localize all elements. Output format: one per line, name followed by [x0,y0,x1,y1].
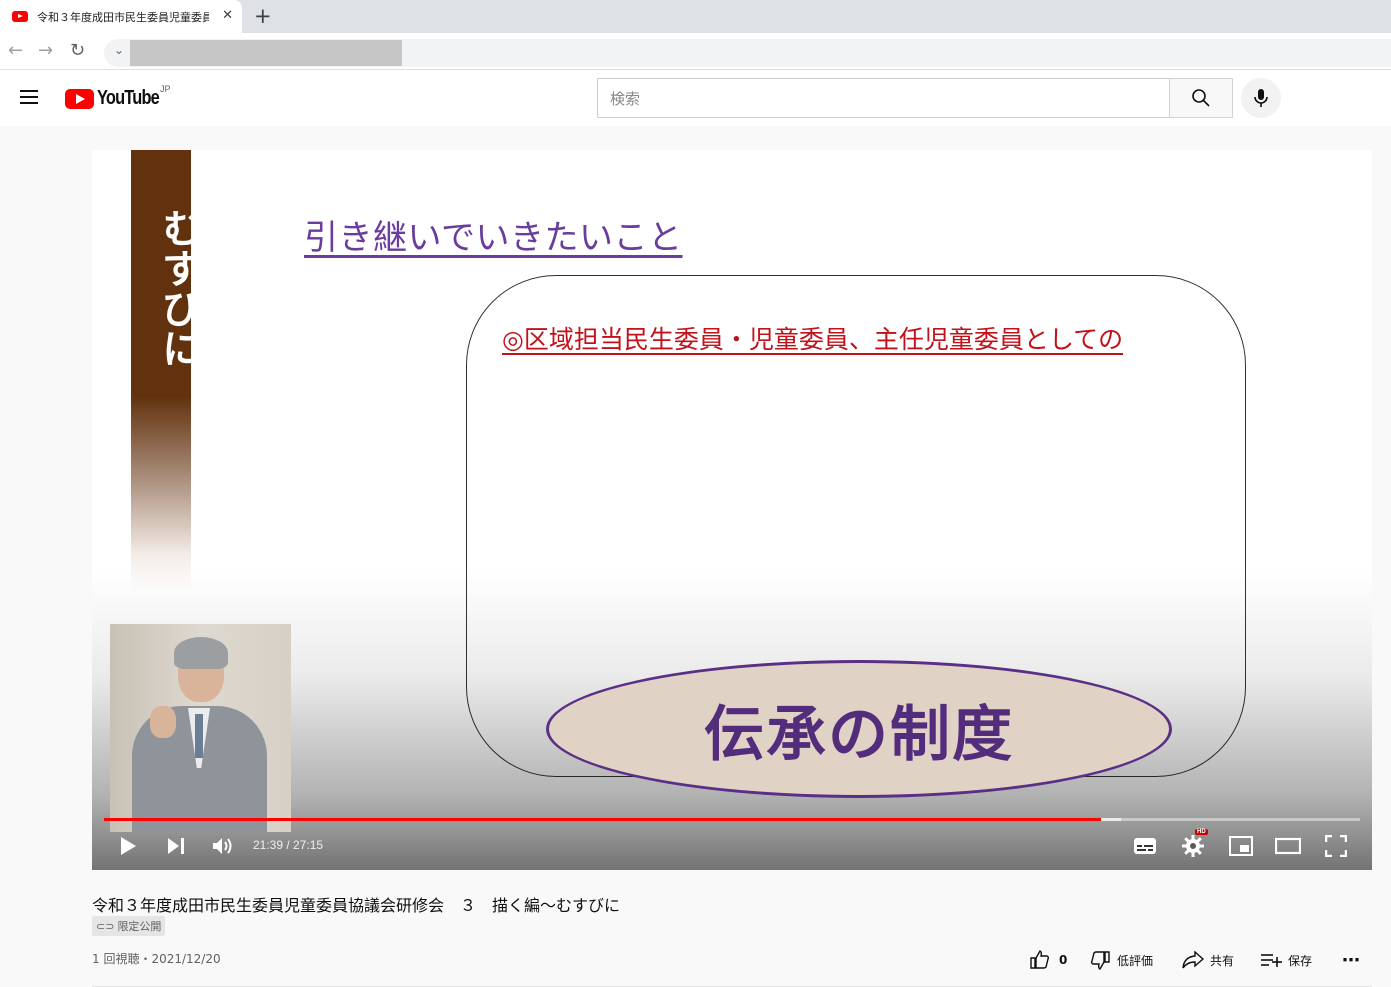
fullscreen-icon [1325,835,1347,857]
slide-side-banner: むすびに [131,150,202,590]
share-button[interactable]: 共有 [1182,949,1234,971]
chevron-down-icon[interactable]: ⌄ [114,43,124,57]
more-icon[interactable]: ⋯ [1342,949,1360,971]
slide-heading: 引き継いでいきたいこと [304,218,683,258]
logo-text: YouTube [97,87,160,109]
subtitles-button[interactable] [1132,834,1158,858]
like-count: 0 [1059,953,1068,967]
slide-ellipse-text: 伝承の制度 [704,699,1014,770]
voice-search-button[interactable] [1241,78,1281,118]
subtitles-icon [1134,838,1156,854]
fullscreen-button[interactable] [1324,834,1348,858]
region-code: JP [160,84,171,94]
next-icon [168,838,184,854]
settings-button[interactable]: HD [1180,829,1208,858]
time-display: 21:39 / 27:15 [253,838,324,852]
dislike-icon [1090,951,1110,970]
volume-button[interactable] [210,834,236,858]
save-label: 保存 [1288,953,1313,968]
like-button[interactable]: 0 [1030,949,1067,971]
save-icon [1261,954,1282,967]
video-title: 令和３年度成田市民生委員児童委員協議会研修会 ３ 描く編～むすびに [92,896,621,915]
share-icon [1182,951,1204,969]
browser-tabstrip: 令和３年度成田市民生委員児童委員協議会研修会 ３ 描く編～むすびに - YouT… [0,0,1391,33]
link-icon: ⊂⊃ [96,919,115,933]
slide-ellipse: 伝承の制度 [546,660,1172,798]
youtube-logo-icon [65,88,94,109]
theater-icon [1275,837,1301,855]
search-button[interactable] [1169,78,1233,118]
dislike-button[interactable]: 低評価 [1090,949,1153,971]
youtube-favicon-icon [12,11,28,22]
share-label: 共有 [1210,953,1235,968]
presenter-video-inset [110,624,291,832]
settings-icon [1182,835,1204,857]
theater-mode-button[interactable] [1274,834,1302,858]
play-icon [121,837,136,855]
miniplayer-icon [1229,836,1253,856]
close-tab-icon[interactable]: ✕ [222,8,233,23]
hd-badge: HD [1195,829,1208,835]
youtube-header: YouTube JP 検索 [0,70,1391,126]
video-meta: 1 回視聴・2021/12/20 [92,952,221,966]
reload-icon[interactable]: ↻ [70,40,85,61]
visibility-label: 限定公開 [117,920,162,933]
redacted-url [130,40,402,66]
miniplayer-button[interactable] [1228,834,1254,858]
forward-icon[interactable]: → [38,40,53,61]
like-icon [1030,950,1050,969]
menu-icon[interactable] [20,90,38,104]
new-tab-icon[interactable]: + [254,4,272,28]
search-icon [1192,89,1210,107]
browser-toolbar: ← → ↻ ⌄ [0,33,1391,70]
video-player[interactable]: むすびに 引き継いでいきたいこと ◎区域担当民生委員・児童委員、主任児童委員とし… [92,150,1372,870]
visibility-badge: ⊂⊃ 限定公開 [92,916,166,936]
youtube-logo[interactable]: YouTube [65,87,173,110]
browser-tab[interactable]: 令和３年度成田市民生委員児童委員協議会研修会 ３ 描く編～むすびに - YouT… [0,0,242,33]
save-button[interactable]: 保存 [1260,949,1312,971]
slide-side-text: むすびに [155,208,202,368]
volume-icon [213,838,232,854]
play-button[interactable] [116,834,140,858]
search-input[interactable]: 検索 [597,78,1170,118]
progress-played [104,818,1101,821]
mic-icon [1254,89,1268,107]
slide-box-text: ◎区域担当民生委員・児童委員、主任児童委員としての [502,325,1124,354]
tab-title: 令和３年度成田市民生委員児童委員協議会研修会 ３ 描く編～むすびに - YouT… [37,10,209,24]
next-button[interactable] [164,834,188,858]
back-icon[interactable]: ← [8,40,23,61]
dislike-label: 低評価 [1117,953,1154,968]
